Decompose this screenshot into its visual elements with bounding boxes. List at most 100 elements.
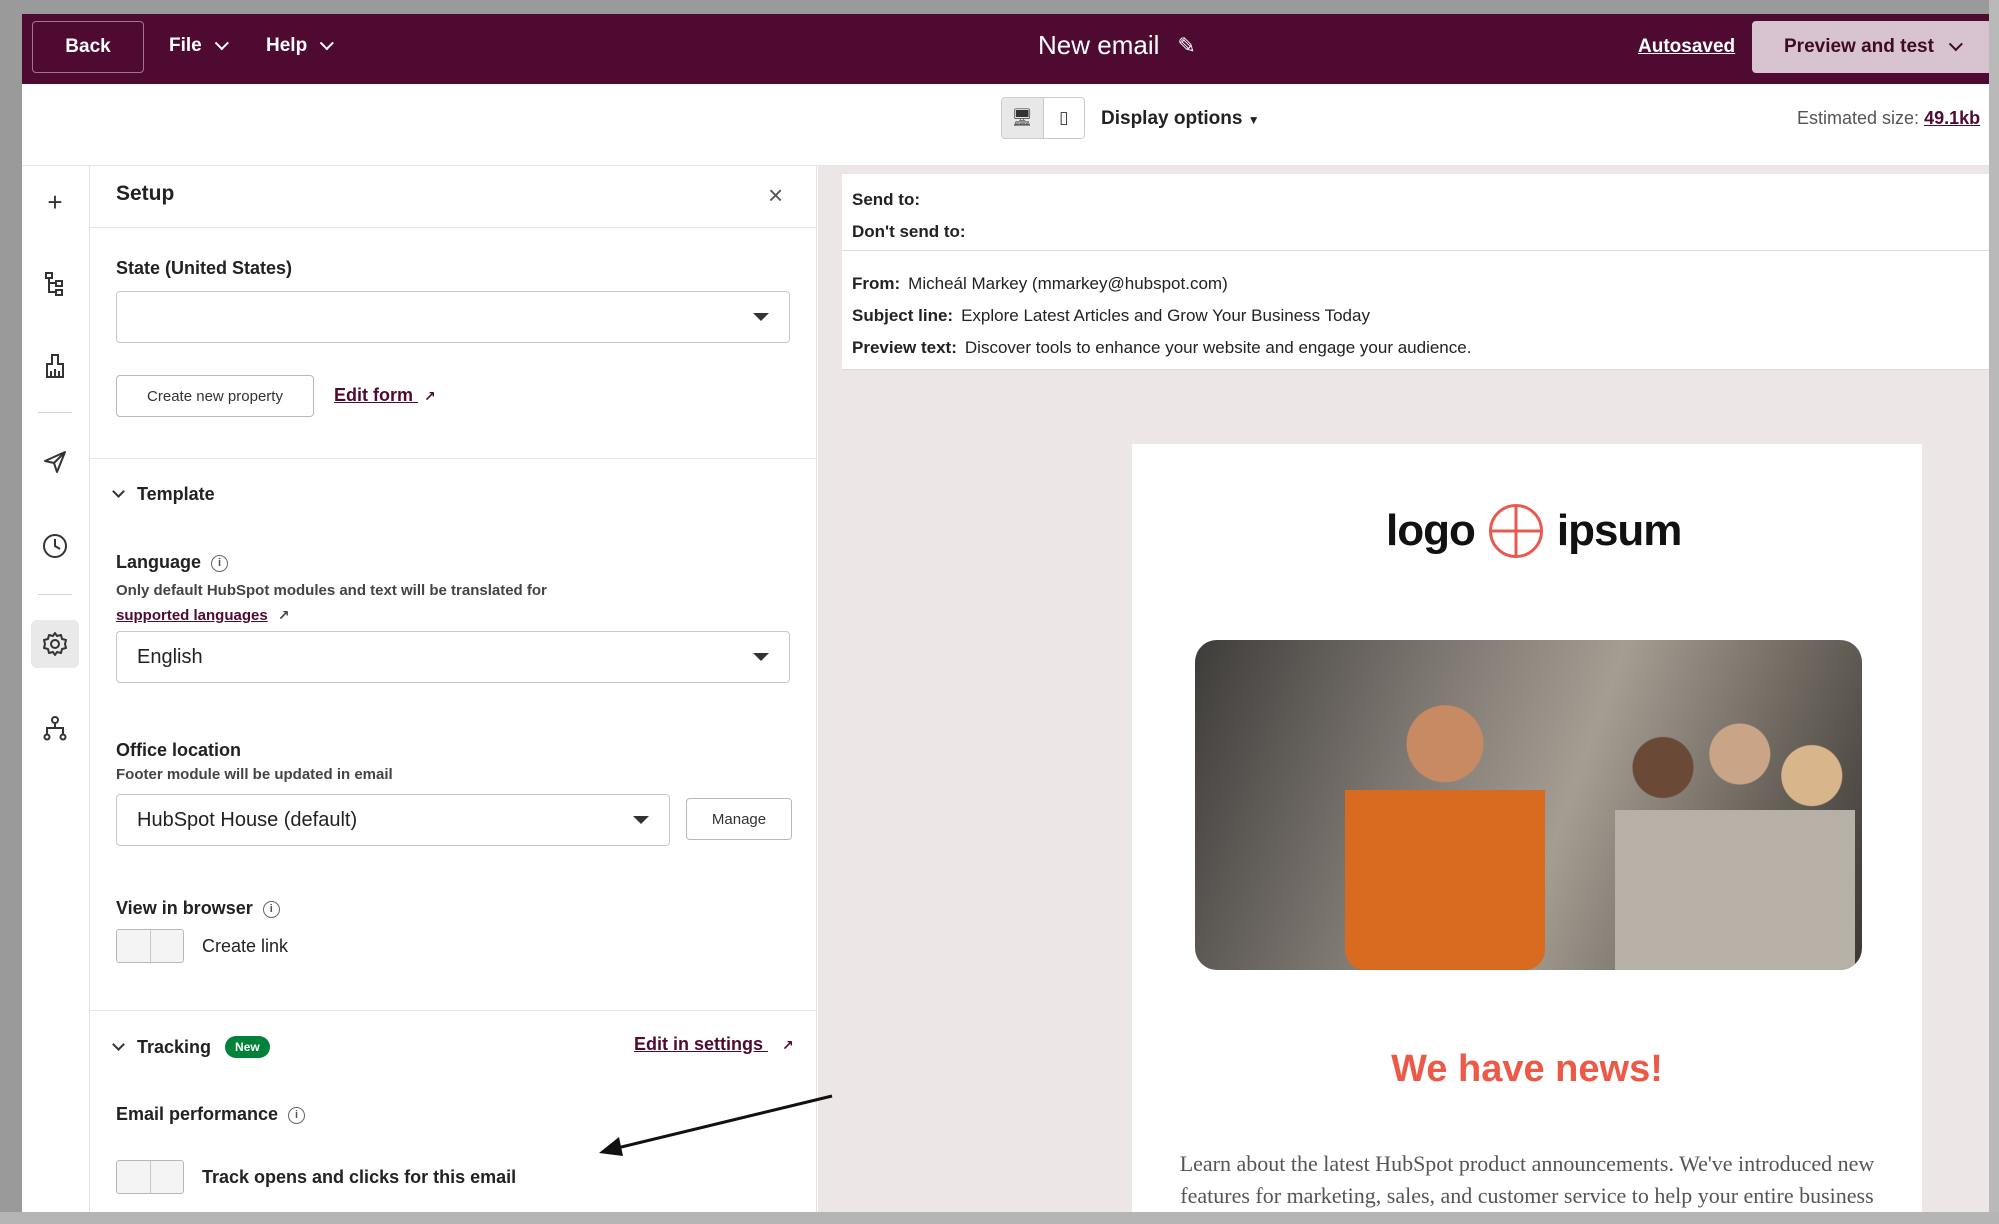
state-select[interactable] bbox=[116, 291, 790, 343]
preview-text-value: Discover tools to enhance your website a… bbox=[964, 338, 1472, 357]
caret-down-icon: ▼ bbox=[1247, 113, 1260, 127]
estimated-size: Estimated size: 49.1kb bbox=[1797, 108, 1980, 129]
from-value: Micheál Markey (mmarkey@hubspot.com) bbox=[908, 274, 1228, 293]
tracking-section-label: Tracking bbox=[137, 1036, 212, 1057]
external-link-icon: ↗ bbox=[782, 1037, 794, 1053]
tracking-section-toggle[interactable]: Tracking New bbox=[112, 1036, 270, 1058]
preview-and-test-label: Preview and test bbox=[1784, 36, 1934, 57]
logo: logo ipsum bbox=[1386, 504, 1683, 558]
section-divider bbox=[90, 1010, 817, 1011]
display-options-dropdown[interactable]: Display options ▼ bbox=[1101, 108, 1260, 130]
annotation-arrow-icon bbox=[599, 1094, 833, 1156]
preview-text-row: Preview text: Discover tools to enhance y… bbox=[852, 338, 1471, 358]
edit-in-settings-label: Edit in settings bbox=[634, 1034, 764, 1054]
language-label-text: Language bbox=[116, 552, 202, 572]
email-body-text[interactable]: Learn about the latest HubSpot product a… bbox=[1172, 1148, 1882, 1212]
screen-bg-top bbox=[0, 0, 1999, 14]
office-location-value: HubSpot House (default) bbox=[137, 808, 358, 831]
chevron-down-icon bbox=[319, 36, 335, 51]
office-location-label: Office location bbox=[116, 740, 242, 760]
file-menu-label: File bbox=[169, 35, 202, 56]
template-section-toggle[interactable]: Template bbox=[112, 484, 215, 505]
chevron-down-icon bbox=[214, 36, 229, 51]
top-header: Back File Help New email ✎ Autosaved Pre… bbox=[22, 14, 1989, 84]
chevron-down-icon bbox=[1948, 37, 1963, 52]
setup-panel: Setup × State (United States) Create new… bbox=[90, 166, 817, 1212]
info-icon[interactable]: i bbox=[262, 900, 280, 918]
email-preview-pane: Send to: Don't send to: From: Micheál Mar… bbox=[818, 166, 1989, 1212]
send-to-label: Send to: bbox=[852, 190, 920, 209]
edit-form-link[interactable]: Edit form ↗ bbox=[334, 385, 436, 406]
subject-value: Explore Latest Articles and Grow Your Bu… bbox=[961, 306, 1370, 325]
dont-send-label: Don't send to: bbox=[852, 222, 966, 241]
email-body-card[interactable]: logo ipsum We have news! Learn about the… bbox=[1132, 444, 1922, 1212]
preview-text-label: Preview text: bbox=[852, 338, 957, 357]
display-options-label: Display options bbox=[1101, 108, 1243, 129]
info-icon[interactable]: i bbox=[211, 554, 229, 572]
language-select[interactable]: English bbox=[116, 631, 790, 683]
external-link-icon: ↗ bbox=[424, 388, 436, 404]
email-title: New email ✎ bbox=[1038, 30, 1196, 61]
supported-languages-link[interactable]: supported languages bbox=[116, 607, 268, 624]
setup-panel-header: Setup × bbox=[90, 166, 817, 228]
globe-icon bbox=[1488, 504, 1543, 558]
email-performance-label: Email performance i bbox=[116, 1104, 306, 1125]
state-label: State (United States) bbox=[116, 258, 293, 278]
screen-bg-right bbox=[1989, 0, 1999, 1224]
send-icon[interactable] bbox=[31, 438, 79, 486]
template-section-label: Template bbox=[137, 484, 215, 504]
office-location-help: Footer module will be updated in email bbox=[116, 766, 393, 783]
help-menu[interactable]: Help bbox=[266, 35, 335, 57]
hero-image-group bbox=[1615, 700, 1855, 970]
email-headline[interactable]: We have news! bbox=[1132, 1048, 1922, 1091]
close-icon[interactable]: × bbox=[768, 180, 783, 211]
email-meta: Send to: Don't send to: From: Micheál Mar… bbox=[842, 174, 1989, 370]
view-in-browser-text: View in browser bbox=[116, 898, 253, 918]
logo-left-text: logo bbox=[1386, 506, 1476, 555]
pencil-icon[interactable]: ✎ bbox=[1177, 33, 1195, 59]
email-editor-app: Back File Help New email ✎ Autosaved Pre… bbox=[22, 14, 1989, 1212]
hierarchy-icon[interactable] bbox=[31, 704, 79, 752]
send-to-row: Send to: bbox=[852, 190, 928, 210]
from-row: From: Micheál Markey (mmarkey@hubspot.com… bbox=[852, 274, 1228, 294]
left-tool-rail: + bbox=[22, 166, 90, 1212]
plus-icon[interactable]: + bbox=[31, 178, 79, 226]
create-new-property-button[interactable]: Create new property bbox=[116, 375, 314, 417]
subject-label: Subject line: bbox=[852, 306, 954, 325]
autosaved-link[interactable]: Autosaved bbox=[1638, 36, 1735, 58]
dont-send-row: Don't send to: bbox=[852, 222, 974, 242]
preview-and-test-button[interactable]: Preview and test bbox=[1752, 21, 1989, 73]
estimated-size-value[interactable]: 49.1kb bbox=[1924, 108, 1980, 128]
create-link-toggle[interactable] bbox=[116, 929, 184, 963]
back-button[interactable]: Back bbox=[32, 21, 144, 73]
hero-image-person bbox=[1345, 680, 1545, 970]
edit-in-settings-link[interactable]: Edit in settings ↗ bbox=[634, 1034, 794, 1055]
language-help: Only default HubSpot modules and text wi… bbox=[116, 579, 756, 628]
logo-right-text: ipsum bbox=[1556, 506, 1683, 555]
section-divider bbox=[90, 458, 817, 459]
clock-icon[interactable] bbox=[31, 522, 79, 570]
language-label: Language i bbox=[116, 552, 229, 573]
subject-row: Subject line: Explore Latest Articles and… bbox=[852, 306, 1370, 326]
chevron-down-icon bbox=[112, 485, 125, 498]
mobile-icon[interactable]: ▯ bbox=[1044, 98, 1085, 138]
info-icon[interactable]: i bbox=[288, 1106, 306, 1124]
screen-bg-bottom bbox=[0, 1212, 1999, 1224]
file-menu[interactable]: File bbox=[169, 35, 229, 57]
device-toggle: 🖥 ▯ bbox=[1001, 97, 1085, 139]
structure-icon[interactable] bbox=[31, 260, 79, 308]
email-title-text: New email bbox=[1038, 30, 1160, 60]
track-opens-toggle[interactable] bbox=[116, 1160, 184, 1194]
office-location-select[interactable]: HubSpot House (default) bbox=[116, 794, 670, 846]
hero-image[interactable] bbox=[1195, 640, 1862, 970]
brush-icon[interactable] bbox=[31, 342, 79, 390]
gear-icon[interactable] bbox=[31, 620, 79, 668]
screen-bg-left bbox=[0, 0, 22, 1224]
meta-divider bbox=[842, 250, 1989, 251]
help-menu-label: Help bbox=[266, 35, 308, 56]
edit-form-label: Edit form bbox=[334, 385, 413, 405]
view-in-browser-label: View in browser i bbox=[116, 898, 280, 919]
desktop-icon[interactable]: 🖥 bbox=[1002, 98, 1044, 138]
caret-down-icon bbox=[753, 653, 769, 661]
manage-button[interactable]: Manage bbox=[686, 798, 792, 840]
